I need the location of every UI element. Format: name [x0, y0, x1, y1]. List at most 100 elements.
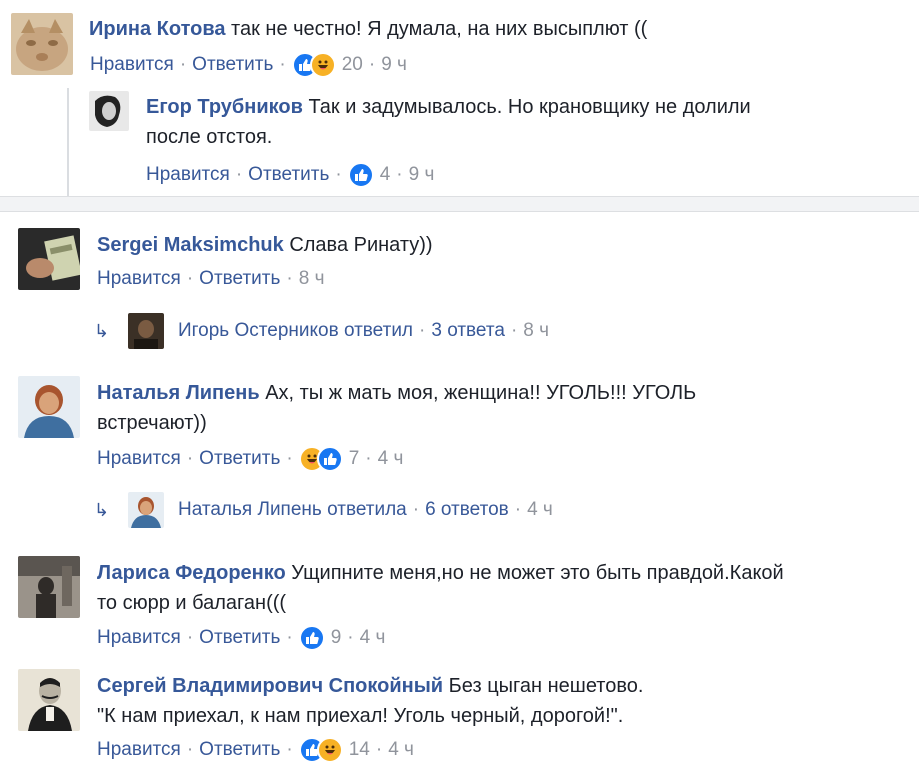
- separator: ·: [419, 320, 426, 341]
- separator: ·: [186, 448, 194, 469]
- comment-actions: Нравится · Ответить · 14 · 4 ч: [97, 737, 414, 763]
- reply-link[interactable]: Ответить: [199, 446, 280, 472]
- separator: ·: [286, 448, 293, 469]
- separator: ·: [510, 320, 518, 341]
- separator: ·: [186, 739, 194, 760]
- replies-time: 8 ч: [523, 320, 550, 341]
- author-name[interactable]: Егор Трубников: [146, 96, 303, 118]
- comment-body: Sergei Maksimchuk Слава Ринату)): [97, 230, 897, 260]
- comment-panel-bottom: Sergei Maksimchuk Слава Ринату)) Нравитс…: [0, 212, 919, 777]
- panel-divider: [0, 196, 919, 212]
- timestamp[interactable]: 4 ч: [360, 625, 386, 651]
- comment-text-line-1: Ущипните меня,но не может это быть правд…: [291, 562, 784, 584]
- separator: ·: [186, 627, 194, 648]
- comment-actions: Нравится · Ответить · 20 · 9 ч: [90, 52, 407, 78]
- separator: ·: [286, 739, 293, 760]
- reactions[interactable]: [298, 625, 325, 651]
- separator: ·: [186, 268, 194, 289]
- timestamp[interactable]: 9 ч: [409, 162, 435, 188]
- separator: ·: [235, 164, 243, 185]
- like-link[interactable]: Нравится: [97, 625, 181, 651]
- avatar[interactable]: [18, 556, 80, 618]
- comment-body: Лариса Федоренко Ущипните меня,но не мож…: [97, 558, 912, 618]
- comment-text-line-1: Так и задумывалось. Но крановщику не дол…: [308, 96, 751, 118]
- separator: ·: [335, 164, 342, 185]
- comment-actions: Нравится · Ответить · 7 · 4 ч: [97, 446, 403, 472]
- haha-reaction-icon: [309, 52, 336, 78]
- separator: ·: [396, 164, 403, 185]
- haha-reaction-icon: [316, 737, 343, 763]
- replies-count[interactable]: 3 ответа: [431, 318, 505, 344]
- separator: ·: [347, 627, 354, 648]
- replies-count[interactable]: 6 ответов: [425, 497, 509, 523]
- comment-text-line-2: то сюрр и балаган(((: [97, 592, 287, 614]
- separator: ·: [368, 54, 376, 75]
- replies-time: 4 ч: [527, 499, 553, 520]
- author-name[interactable]: Наталья Липень: [97, 382, 260, 404]
- timestamp[interactable]: 4 ч: [378, 446, 404, 472]
- reaction-count[interactable]: 7: [349, 446, 360, 472]
- timestamp[interactable]: 8 ч: [299, 266, 325, 292]
- separator: ·: [412, 499, 420, 520]
- timestamp[interactable]: 4 ч: [388, 737, 414, 763]
- like-link[interactable]: Нравится: [97, 737, 181, 763]
- author-name[interactable]: Лариса Федоренко: [97, 562, 286, 584]
- comment-body: Ирина Котова так не честно! Я думала, на…: [89, 14, 909, 44]
- author-name[interactable]: Сергей Владимирович Спокойный: [97, 675, 443, 697]
- separator: ·: [514, 499, 522, 520]
- replier-avatar: [128, 492, 164, 528]
- separator: ·: [286, 268, 293, 289]
- avatar[interactable]: [18, 376, 80, 438]
- reply-link[interactable]: Ответить: [199, 737, 280, 763]
- reply-link[interactable]: Ответить: [199, 625, 280, 651]
- reaction-count[interactable]: 20: [342, 52, 363, 78]
- reaction-count[interactable]: 4: [380, 162, 391, 188]
- replier-name[interactable]: Наталья Липень ответила: [178, 497, 407, 523]
- avatar[interactable]: [18, 228, 80, 290]
- comment-actions: Нравится · Ответить · 8 ч: [97, 266, 324, 292]
- like-link[interactable]: Нравится: [97, 446, 181, 472]
- comment-text-line-2: после отстоя.: [146, 126, 273, 148]
- author-name[interactable]: Ирина Котова: [89, 18, 225, 40]
- like-link[interactable]: Нравится: [97, 266, 181, 292]
- reactions[interactable]: [291, 52, 336, 78]
- avatar[interactable]: [18, 669, 80, 731]
- comment-text-line-2: встречают)): [97, 412, 207, 434]
- thread-line: [67, 88, 69, 196]
- reactions[interactable]: [347, 162, 374, 188]
- comment-text: так не честно! Я думала, на них высыплют…: [231, 18, 648, 40]
- comment-text: Слава Ринату)): [289, 234, 433, 256]
- reply-link[interactable]: Ответить: [248, 162, 329, 188]
- reactions[interactable]: [298, 737, 343, 763]
- like-link[interactable]: Нравится: [146, 162, 230, 188]
- reaction-count[interactable]: 14: [349, 737, 370, 763]
- comment-text-line-2: "К нам приехал, к нам приехал! Уголь чер…: [97, 705, 624, 727]
- view-replies[interactable]: ↳ Игорь Остерников ответил · 3 ответа · …: [94, 313, 549, 349]
- like-link[interactable]: Нравится: [90, 52, 174, 78]
- reactions[interactable]: [298, 446, 343, 472]
- reply-arrow-icon: ↳: [94, 321, 110, 341]
- comment-text-line-1: Ах, ты ж мать моя, женщина!! УГОЛЬ!!! УГ…: [265, 382, 697, 404]
- comment-actions: Нравится · Ответить · 9 · 4 ч: [97, 625, 385, 651]
- author-name[interactable]: Sergei Maksimchuk: [97, 234, 284, 256]
- like-reaction-icon: [298, 625, 325, 651]
- separator: ·: [365, 448, 372, 469]
- timestamp[interactable]: 9 ч: [381, 52, 407, 78]
- avatar[interactable]: [89, 91, 129, 131]
- comment-body: Наталья Липень Ах, ты ж мать моя, женщин…: [97, 378, 897, 438]
- separator: ·: [375, 739, 383, 760]
- reply-link[interactable]: Ответить: [192, 52, 273, 78]
- reaction-count[interactable]: 9: [331, 625, 342, 651]
- comment-actions: Нравится · Ответить · 4 · 9 ч: [146, 162, 434, 188]
- replier-name[interactable]: Игорь Остерников ответил: [178, 318, 413, 344]
- comment-text-line-1: Без цыган нешетово.: [448, 675, 644, 697]
- view-replies[interactable]: ↳ Наталья Липень ответила · 6 ответов · …: [94, 492, 553, 528]
- reply-link[interactable]: Ответить: [199, 266, 280, 292]
- like-reaction-icon: [347, 162, 374, 188]
- replier-avatar: [128, 313, 164, 349]
- comment-body: Сергей Владимирович Спокойный Без цыган …: [97, 671, 912, 731]
- avatar[interactable]: [11, 13, 73, 75]
- comment-panel-top: Ирина Котова так не честно! Я думала, на…: [0, 0, 919, 196]
- separator: ·: [286, 627, 293, 648]
- like-reaction-icon: [316, 446, 343, 472]
